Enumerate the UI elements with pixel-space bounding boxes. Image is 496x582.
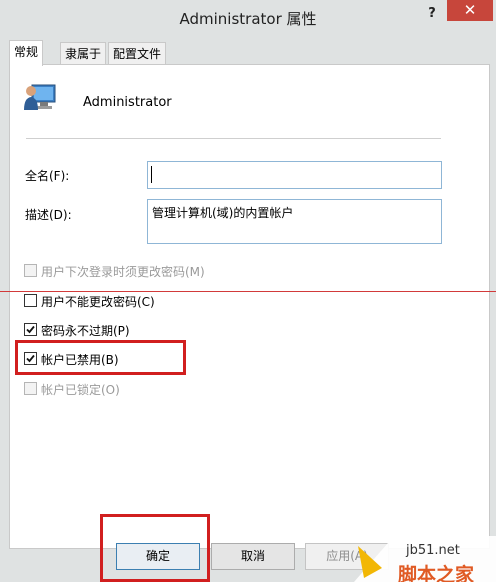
checkbox-label: 用户不能更改密码(C) (41, 295, 155, 309)
watermark-url: jb51.net (406, 543, 460, 558)
title-bar: Administrator 属性 ? ✕ (0, 0, 496, 33)
full-name-input[interactable] (147, 161, 442, 189)
tab-profile[interactable]: 配置文件 (108, 42, 167, 65)
window-title: Administrator 属性 (179, 10, 317, 28)
user-name: Administrator (83, 95, 172, 110)
checkbox-box[interactable] (24, 294, 37, 307)
general-panel: Administrator 全名(F): 描述(D): 管理计算机(域)的内置帐… (9, 64, 490, 549)
separator (26, 138, 441, 139)
checkbox-label: 密码永不过期(P) (41, 324, 130, 338)
close-button[interactable]: ✕ (447, 0, 493, 21)
checkbox-box[interactable] (24, 264, 37, 277)
checkbox-box[interactable] (24, 382, 37, 395)
tab-member-of[interactable]: 隶属于 (60, 42, 107, 65)
checkmark-icon (26, 325, 35, 334)
text-caret (151, 166, 152, 183)
checkbox-box[interactable] (24, 323, 37, 336)
description-label: 描述(D): (25, 208, 72, 222)
tab-general[interactable]: 常规 (9, 40, 44, 66)
description-input[interactable]: 管理计算机(域)的内置帐户 (147, 199, 442, 244)
help-button[interactable]: ? (423, 6, 441, 26)
user-computer-icon (23, 79, 57, 116)
watermark: jb51.net 脚本之家 (344, 536, 496, 582)
checkbox-label: 帐户已锁定(O) (41, 383, 120, 397)
annotation-line (0, 291, 496, 292)
cancel-button[interactable]: 取消 (211, 543, 295, 570)
annotation-box-disabled (15, 340, 186, 375)
description-value: 管理计算机(域)的内置帐户 (152, 206, 294, 220)
watermark-name: 脚本之家 (398, 564, 475, 582)
checkbox-label: 用户下次登录时须更改密码(M) (41, 265, 205, 279)
annotation-box-ok (100, 514, 210, 582)
full-name-label: 全名(F): (25, 169, 70, 183)
